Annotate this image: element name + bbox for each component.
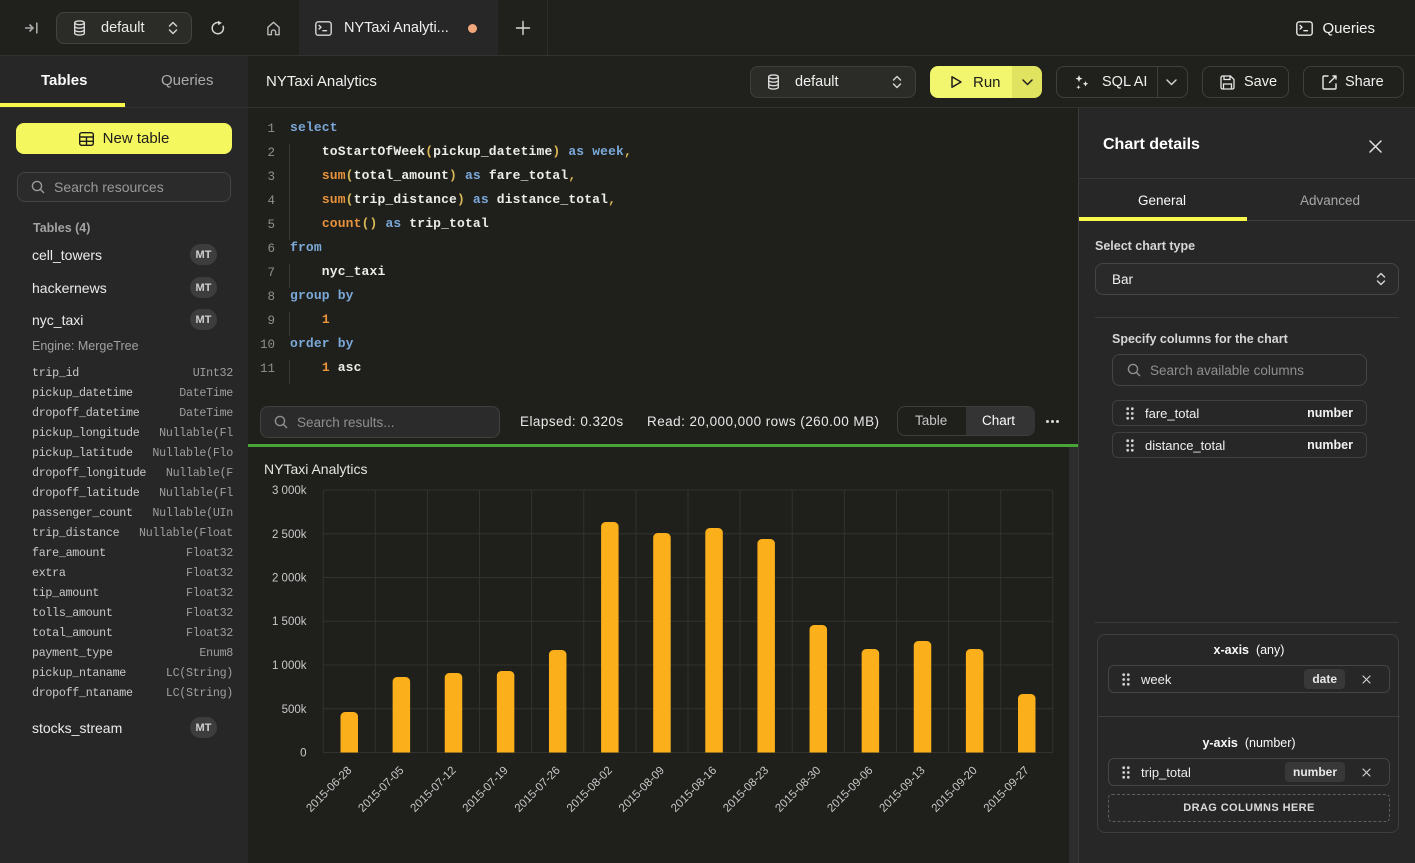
svg-text:2015-09-20: 2015-09-20 — [930, 765, 980, 815]
svg-text:NYTaxi Analytics: NYTaxi Analytics — [264, 461, 367, 477]
svg-text:2015-07-26: 2015-07-26 — [513, 765, 563, 815]
svg-text:2015-08-30: 2015-08-30 — [773, 765, 823, 815]
svg-text:3 000k: 3 000k — [272, 485, 307, 497]
svg-text:500k: 500k — [282, 704, 307, 716]
svg-text:1 500k: 1 500k — [272, 616, 307, 628]
svg-text:2015-07-19: 2015-07-19 — [461, 765, 511, 815]
svg-text:2 500k: 2 500k — [272, 529, 307, 541]
svg-text:0: 0 — [300, 748, 306, 760]
svg-text:2015-07-12: 2015-07-12 — [409, 765, 459, 815]
svg-text:2015-07-05: 2015-07-05 — [356, 765, 406, 815]
svg-text:2015-09-13: 2015-09-13 — [878, 765, 928, 815]
svg-text:2015-08-02: 2015-08-02 — [565, 765, 615, 815]
svg-text:2 000k: 2 000k — [272, 573, 307, 585]
svg-text:2015-08-09: 2015-08-09 — [617, 765, 667, 815]
svg-text:2015-09-27: 2015-09-27 — [982, 765, 1032, 815]
svg-text:2015-08-23: 2015-08-23 — [721, 765, 771, 815]
svg-text:1 000k: 1 000k — [272, 660, 307, 672]
svg-text:2015-06-28: 2015-06-28 — [304, 765, 354, 815]
svg-text:2015-09-06: 2015-09-06 — [825, 765, 875, 815]
svg-text:2015-08-16: 2015-08-16 — [669, 765, 719, 815]
